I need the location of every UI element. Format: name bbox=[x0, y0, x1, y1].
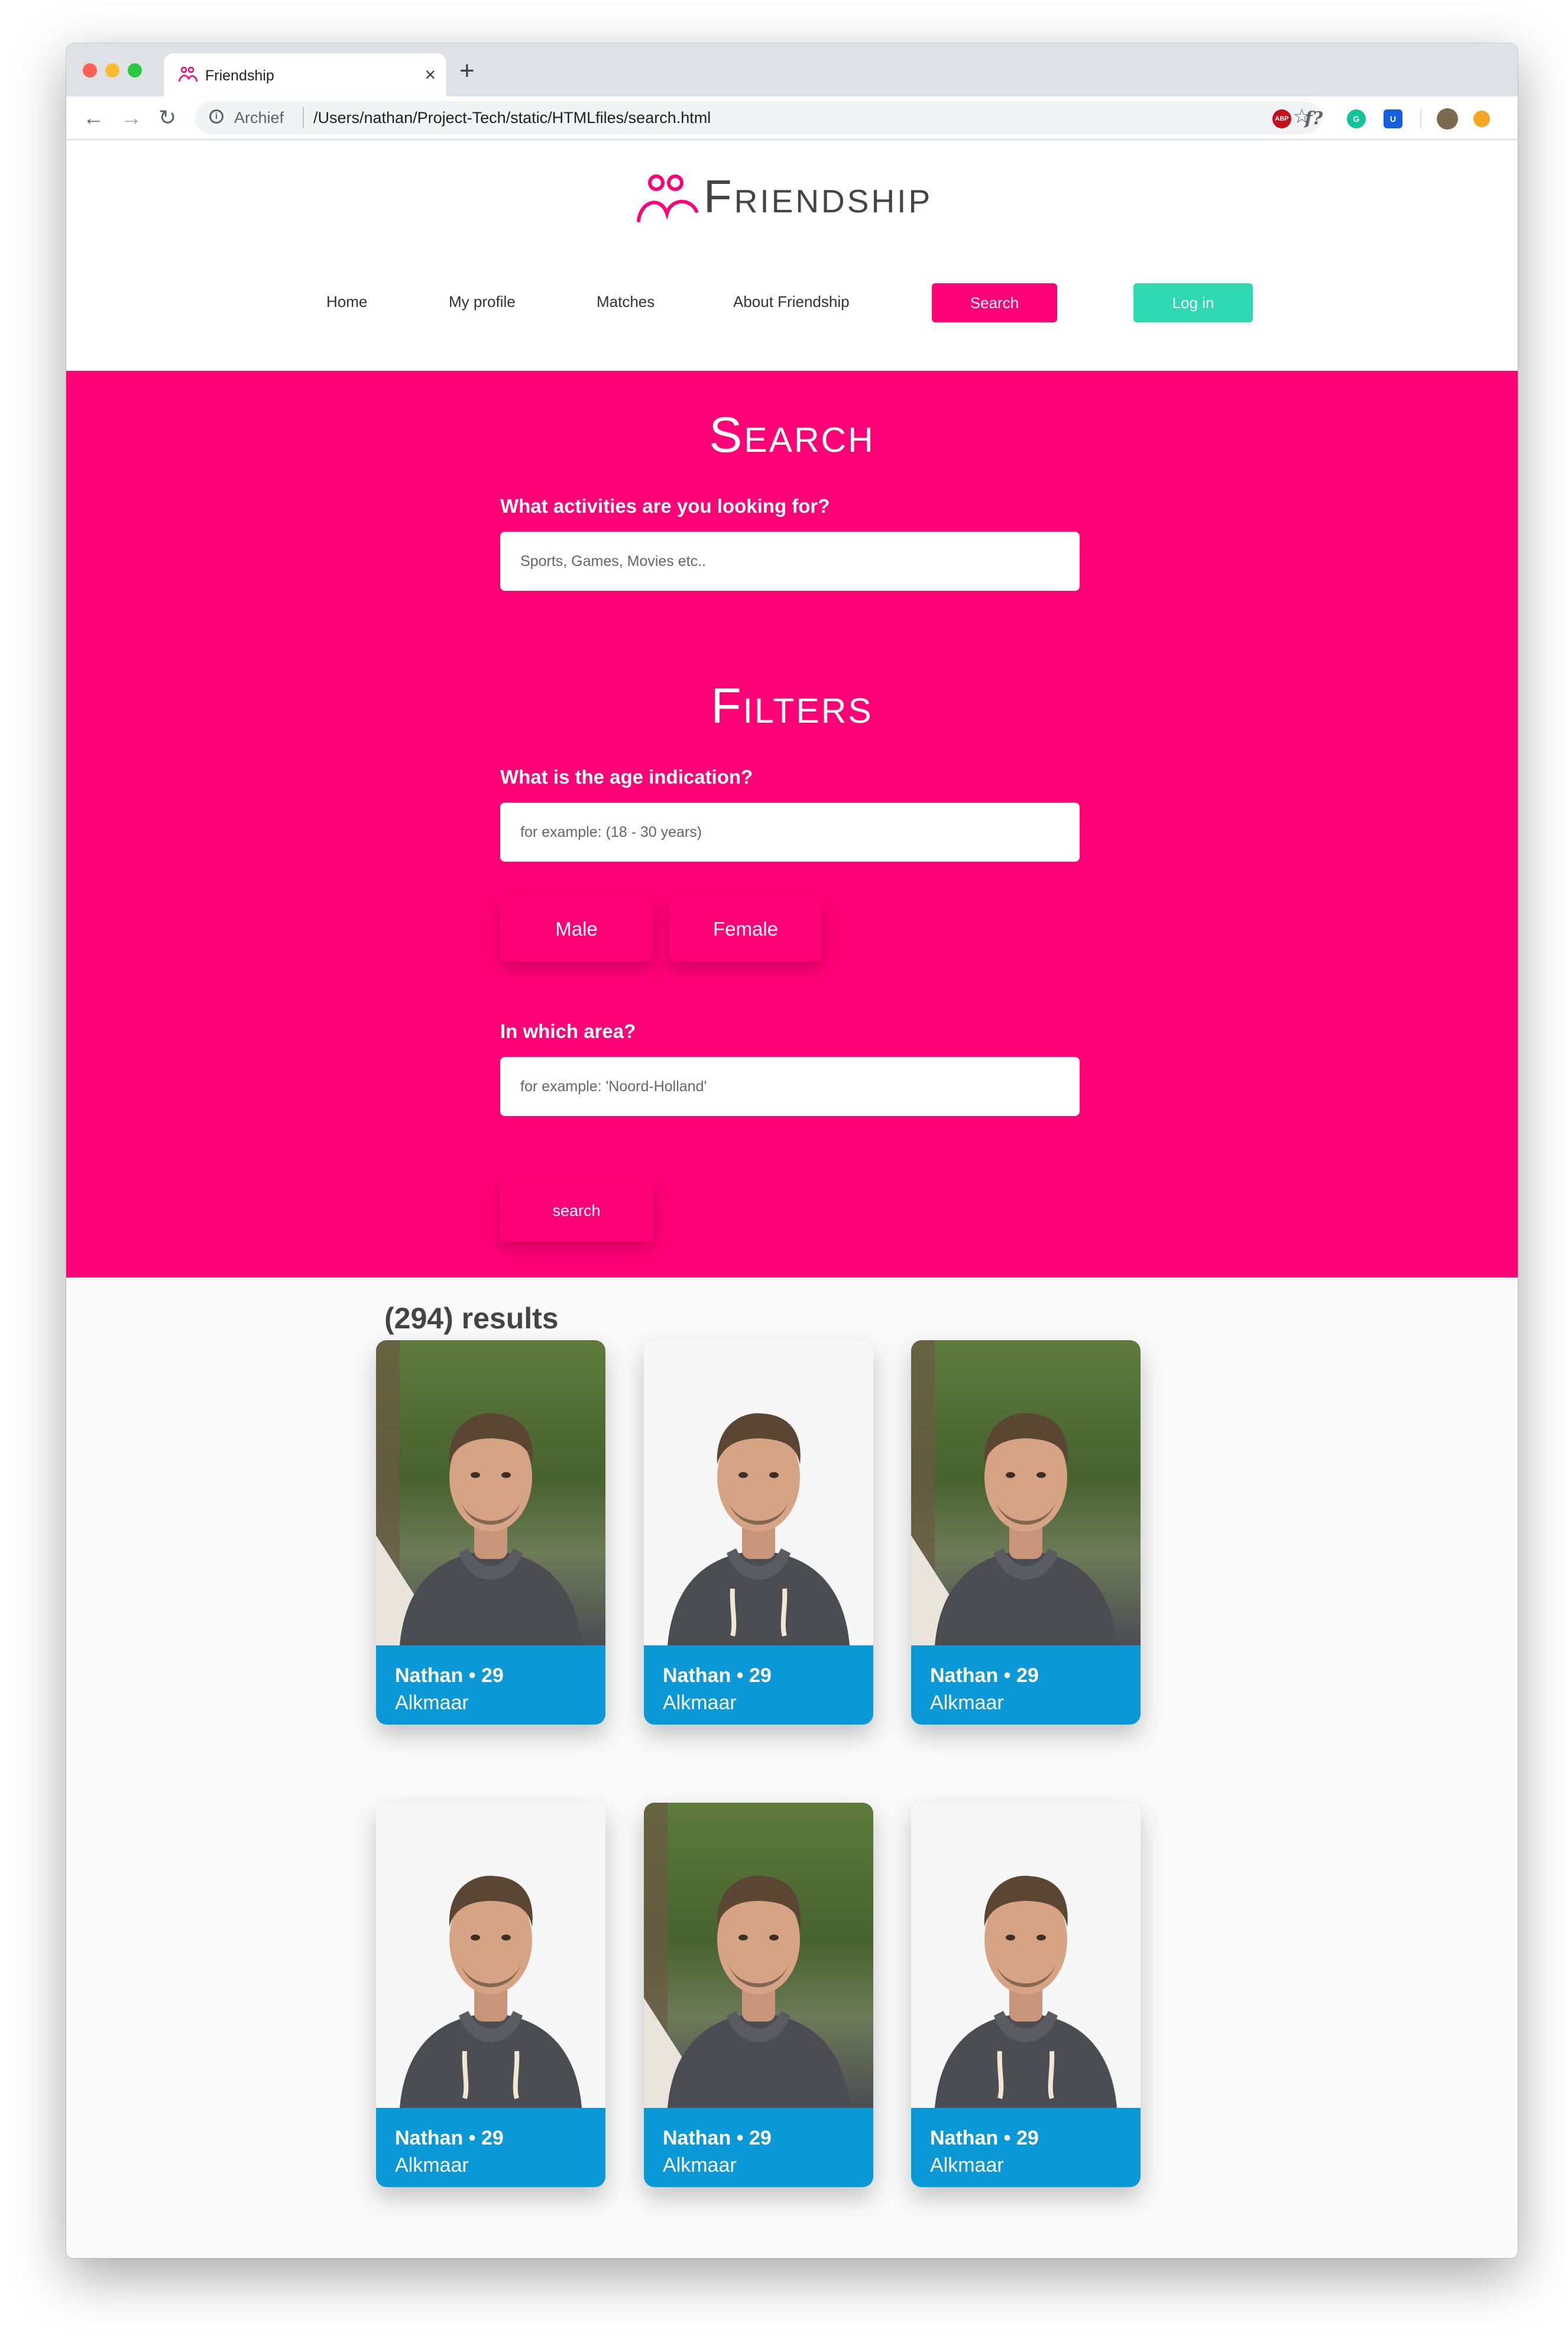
grammarly-extension-icon[interactable]: G bbox=[1347, 109, 1366, 128]
reload-icon[interactable]: ↻ bbox=[158, 102, 176, 133]
card-info: Nathan • 29 Alkmaar bbox=[644, 2108, 873, 2187]
result-card[interactable]: Nathan • 29 Alkmaar bbox=[644, 1803, 873, 2187]
filters-title: Filters bbox=[711, 678, 873, 733]
card-name: Nathan • 29 bbox=[663, 2127, 772, 2149]
male-button[interactable]: Male bbox=[500, 897, 653, 961]
age-input[interactable] bbox=[500, 803, 1080, 862]
profile-avatar[interactable] bbox=[1437, 108, 1458, 130]
tab-bar: Friendship × + bbox=[66, 43, 1518, 96]
url-text[interactable]: /Users/nathan/Project-Tech/static/HTMLfi… bbox=[313, 109, 711, 127]
card-info: Nathan • 29 Alkmaar bbox=[376, 2108, 605, 2187]
area-input[interactable] bbox=[500, 1057, 1080, 1116]
card-city: Alkmaar bbox=[930, 2154, 1004, 2176]
search-section: Search What activities are you looking f… bbox=[66, 371, 1518, 1278]
profile-photo bbox=[644, 1340, 873, 1645]
url-scheme-label: Archief bbox=[234, 109, 284, 127]
search-submit-button[interactable]: search bbox=[500, 1180, 653, 1241]
url-divider bbox=[303, 107, 304, 128]
age-label: What is the age indication? bbox=[500, 766, 753, 788]
maximize-window-button[interactable] bbox=[128, 63, 142, 77]
card-city: Alkmaar bbox=[395, 2154, 469, 2176]
friendship-logo-icon bbox=[637, 174, 698, 222]
nav-search-button[interactable]: Search bbox=[932, 283, 1057, 322]
browser-tab[interactable]: Friendship × bbox=[164, 53, 446, 96]
font-finder-extension-icon[interactable]: f? bbox=[1304, 109, 1323, 128]
browser-window: Friendship × + ← → ↻ i Archief /Users/na… bbox=[66, 43, 1518, 2258]
close-tab-icon[interactable]: × bbox=[425, 63, 436, 86]
activities-label: What activities are you looking for? bbox=[500, 495, 830, 517]
card-info: Nathan • 29 Alkmaar bbox=[376, 1645, 605, 1725]
area-label: In which area? bbox=[500, 1020, 636, 1042]
result-card[interactable]: Nathan • 29 Alkmaar bbox=[911, 1340, 1141, 1725]
card-name: Nathan • 29 bbox=[663, 1664, 772, 1687]
result-card[interactable]: Nathan • 29 Alkmaar bbox=[911, 1803, 1141, 2187]
nav-home[interactable]: Home bbox=[326, 293, 367, 311]
close-window-button[interactable] bbox=[83, 63, 97, 77]
browser-toolbar: ← → ↻ i Archief /Users/nathan/Project-Te… bbox=[66, 96, 1518, 140]
address-bar[interactable]: i Archief /Users/nathan/Project-Tech/sta… bbox=[195, 101, 1321, 134]
card-city: Alkmaar bbox=[930, 1692, 1004, 1714]
card-info: Nathan • 29 Alkmaar bbox=[911, 2108, 1141, 2187]
friendship-favicon-icon bbox=[178, 66, 198, 82]
result-card[interactable]: Nathan • 29 Alkmaar bbox=[644, 1340, 873, 1725]
profile-photo bbox=[911, 1340, 1141, 1645]
result-card[interactable]: Nathan • 29 Alkmaar bbox=[376, 1340, 605, 1725]
person-photo-icon bbox=[644, 1803, 850, 2108]
site-header: Friendship Home My profile Matches About… bbox=[66, 140, 1518, 371]
card-name: Nathan • 29 bbox=[395, 1664, 504, 1687]
card-name: Nathan • 29 bbox=[395, 2127, 504, 2149]
nav-my-profile[interactable]: My profile bbox=[449, 293, 516, 311]
adblock-extension-icon[interactable]: ABP bbox=[1272, 109, 1291, 128]
nav-about[interactable]: About Friendship bbox=[733, 293, 850, 311]
activities-input[interactable] bbox=[500, 532, 1080, 591]
result-card[interactable]: Nathan • 29 Alkmaar bbox=[376, 1803, 605, 2187]
bitwarden-extension-icon[interactable]: U bbox=[1384, 109, 1402, 128]
results-count: (294) results bbox=[384, 1302, 559, 1335]
toolbar-divider bbox=[1420, 109, 1421, 128]
forward-icon[interactable]: → bbox=[121, 102, 142, 133]
nav-matches[interactable]: Matches bbox=[597, 293, 655, 311]
card-city: Alkmaar bbox=[663, 1692, 737, 1714]
female-button[interactable]: Female bbox=[669, 897, 822, 961]
search-title: Search bbox=[709, 407, 875, 463]
logo-text: Friendship bbox=[704, 170, 933, 222]
person-photo-icon bbox=[911, 1340, 1117, 1645]
card-name: Nathan • 29 bbox=[930, 1664, 1039, 1687]
card-city: Alkmaar bbox=[663, 2154, 737, 2176]
new-tab-icon[interactable]: + bbox=[459, 56, 475, 86]
login-button[interactable]: Log in bbox=[1133, 283, 1253, 322]
profile-photo bbox=[911, 1803, 1141, 2108]
back-icon[interactable]: ← bbox=[83, 102, 104, 133]
info-icon[interactable]: i bbox=[209, 109, 223, 124]
card-info: Nathan • 29 Alkmaar bbox=[911, 1645, 1141, 1725]
card-city: Alkmaar bbox=[395, 1692, 469, 1714]
person-photo-icon bbox=[935, 1875, 1117, 2108]
person-photo-icon bbox=[376, 1340, 582, 1645]
profile-photo bbox=[376, 1340, 605, 1645]
minimize-window-button[interactable] bbox=[105, 63, 119, 77]
person-photo-icon bbox=[668, 1413, 850, 1645]
profile-photo bbox=[644, 1803, 873, 2108]
person-photo-icon bbox=[400, 1875, 582, 2108]
card-info: Nathan • 29 Alkmaar bbox=[644, 1645, 873, 1725]
tab-title: Friendship bbox=[205, 67, 274, 84]
card-name: Nathan • 29 bbox=[930, 2127, 1039, 2149]
profile-photo bbox=[376, 1803, 605, 2108]
extension-orange-icon[interactable] bbox=[1473, 111, 1490, 127]
